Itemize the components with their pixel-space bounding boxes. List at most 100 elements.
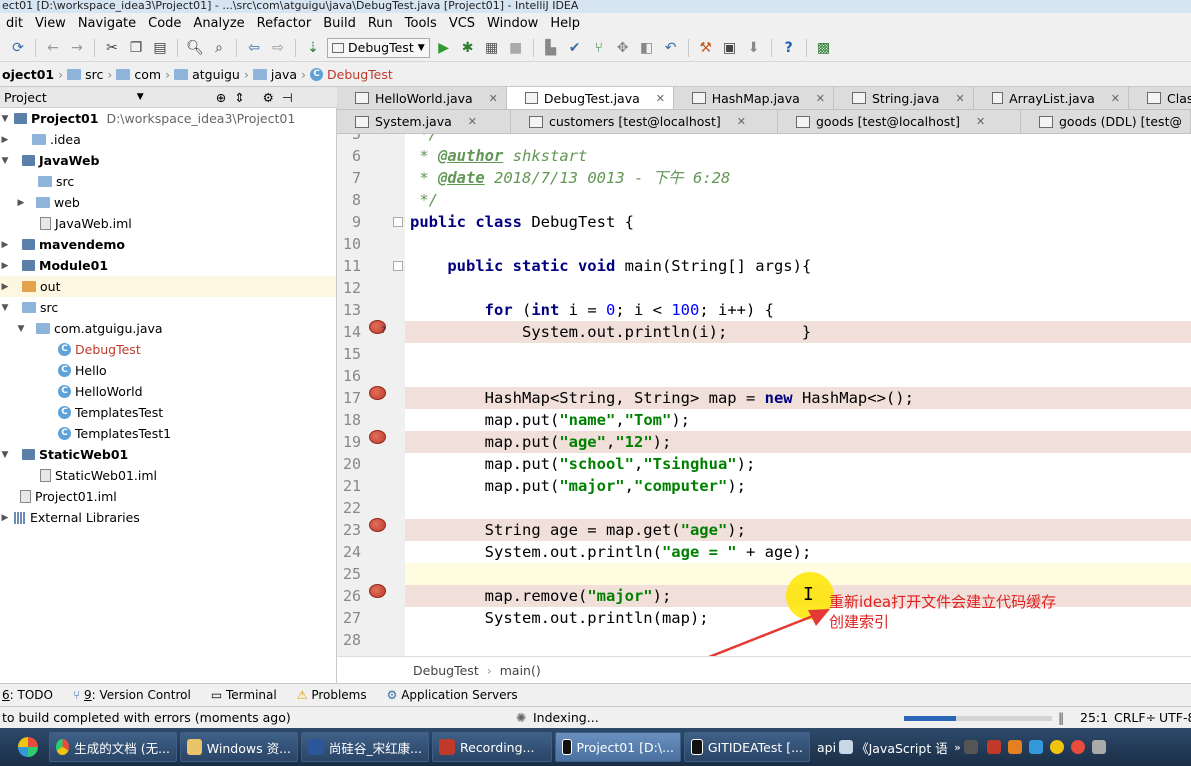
- breadcrumb-com[interactable]: com: [114, 67, 163, 82]
- caret-position[interactable]: 25:1: [1080, 710, 1108, 725]
- tree-item-javaweb[interactable]: ▼ JavaWeb: [0, 150, 336, 171]
- fold-icon[interactable]: [393, 217, 403, 227]
- tree-item-hello[interactable]: C Hello: [0, 360, 336, 381]
- chevron-down-icon[interactable]: ▼: [0, 303, 10, 313]
- fold-icon[interactable]: [393, 261, 403, 271]
- menu-run[interactable]: Run: [362, 16, 399, 31]
- close-icon[interactable]: ✕: [489, 92, 498, 105]
- menu-build[interactable]: Build: [317, 16, 362, 31]
- chevron-down-icon[interactable]: ▼: [0, 156, 10, 166]
- chevron-right-icon[interactable]: ▶: [0, 513, 10, 523]
- tab-hashmap[interactable]: HashMap.java ✕: [674, 87, 834, 109]
- file-encoding[interactable]: UTF-8: [1159, 710, 1191, 725]
- chevron-down-icon[interactable]: ▼: [16, 324, 26, 334]
- gear-icon[interactable]: ⚙: [263, 90, 274, 105]
- breadcrumb-src[interactable]: src: [65, 67, 105, 82]
- vcs-revert-icon[interactable]: ↶: [661, 38, 681, 58]
- tree-item-idea[interactable]: ▶ .idea: [0, 129, 336, 150]
- tab-goods[interactable]: goods [test@localhost] ✕: [778, 110, 1021, 133]
- chevron-down-icon[interactable]: ▼: [137, 92, 144, 102]
- stop-icon[interactable]: ■: [506, 38, 526, 58]
- vcs-compare-icon[interactable]: ✥: [613, 38, 633, 58]
- run-config-select[interactable]: DebugTest ▼: [327, 37, 430, 58]
- tool-window-app-servers[interactable]: ⚙ Application Servers: [387, 688, 518, 702]
- redo-icon[interactable]: →: [67, 38, 87, 58]
- sdk-icon[interactable]: ⬇: [744, 38, 764, 58]
- tray-icon[interactable]: [1007, 740, 1022, 754]
- copy-icon[interactable]: ❐: [126, 38, 146, 58]
- vcs-history-icon[interactable]: ◧: [637, 38, 657, 58]
- vcs-commit-icon[interactable]: ⑂: [589, 38, 609, 58]
- replace-icon[interactable]: ⌕: [209, 38, 229, 58]
- help-icon[interactable]: ?: [779, 38, 799, 58]
- breakpoint-icon[interactable]: [369, 386, 386, 400]
- menu-navigate[interactable]: Navigate: [72, 16, 142, 31]
- taskbar-idea-project01[interactable]: Project01 [D:\...: [555, 732, 681, 762]
- tree-item-templatestest1[interactable]: C TemplatesTest1: [0, 423, 336, 444]
- status-message[interactable]: to build completed with errors (moments …: [2, 710, 291, 725]
- tree-item-helloworld[interactable]: C HelloWorld: [0, 381, 336, 402]
- sync-icon[interactable]: ⟳: [8, 38, 28, 58]
- run-icon[interactable]: ▶: [434, 38, 454, 58]
- chevron-right-icon[interactable]: ▶: [0, 261, 10, 271]
- breadcrumb-project[interactable]: oject01: [0, 67, 56, 82]
- breadcrumb-atguigu[interactable]: atguigu: [172, 67, 242, 82]
- tree-item-project01-iml[interactable]: Project01.iml: [0, 486, 336, 507]
- breakpoint-icon[interactable]: [369, 430, 386, 444]
- tray-icon[interactable]: [1091, 740, 1106, 754]
- menu-analyze[interactable]: Analyze: [187, 16, 250, 31]
- close-icon[interactable]: ✕: [1111, 92, 1120, 105]
- plugin-icon[interactable]: ▩: [814, 38, 834, 58]
- volume-icon[interactable]: [986, 740, 1001, 754]
- close-icon[interactable]: ✕: [816, 92, 825, 105]
- tray-icon[interactable]: [839, 740, 854, 754]
- tree-item-mavendemo[interactable]: ▶ mavendemo: [0, 234, 336, 255]
- tool-window-todo[interactable]: 6: TODO: [2, 688, 53, 702]
- forward-icon[interactable]: ⇨: [268, 38, 288, 58]
- debug-icon[interactable]: ✱: [458, 38, 478, 58]
- tree-item-package[interactable]: ▼ com.atguigu.java: [0, 318, 336, 339]
- menu-view[interactable]: View: [29, 16, 72, 31]
- tree-item-staticweb01[interactable]: ▼ StaticWeb01: [0, 444, 336, 465]
- chevron-right-icon[interactable]: ▶: [0, 135, 10, 145]
- menu-vcs[interactable]: VCS: [443, 16, 481, 31]
- paste-icon[interactable]: ▤: [150, 38, 170, 58]
- tool-window-terminal[interactable]: ▭ Terminal: [211, 688, 277, 702]
- pause-icon[interactable]: ‖: [1058, 710, 1064, 725]
- menu-tools[interactable]: Tools: [399, 16, 443, 31]
- chevron-down-icon[interactable]: ▼: [0, 114, 10, 124]
- line-separator[interactable]: CRLF÷: [1114, 710, 1156, 725]
- taskbar-recording[interactable]: Recording...: [432, 732, 552, 762]
- taskbar-javascript-label[interactable]: 《JavaScript 语: [856, 738, 951, 757]
- breadcrumb-java[interactable]: java: [251, 67, 299, 82]
- editor-breadcrumb-item[interactable]: main(): [500, 663, 541, 678]
- editor-breadcrumb-item[interactable]: DebugTest: [413, 663, 479, 678]
- hide-panel-icon[interactable]: ⊣: [282, 90, 293, 105]
- coverage-icon[interactable]: ▦: [482, 38, 502, 58]
- tray-expand-icon[interactable]: »: [954, 741, 961, 754]
- tree-item-staticweb01-iml[interactable]: StaticWeb01.iml: [0, 465, 336, 486]
- tab-customers[interactable]: customers [test@localhost] ✕: [511, 110, 778, 133]
- tool-window-version-control[interactable]: ⑂ 9: Version Control: [73, 688, 191, 702]
- vcs-update-icon[interactable]: ✔: [565, 38, 585, 58]
- tab-debugtest[interactable]: DebugTest.java ✕: [507, 87, 674, 109]
- close-icon[interactable]: ✕: [737, 115, 746, 128]
- taskbar-idea-gitideatest[interactable]: GITIDEATest [...: [684, 732, 810, 762]
- attach-icon[interactable]: ▙: [541, 38, 561, 58]
- settings-icon[interactable]: ⚒: [696, 38, 716, 58]
- project-panel-title[interactable]: Project: [4, 90, 47, 105]
- undo-icon[interactable]: ←: [43, 38, 63, 58]
- taskbar-api-label[interactable]: api: [817, 740, 836, 755]
- close-icon[interactable]: ✕: [955, 92, 964, 105]
- tray-icon[interactable]: [963, 740, 978, 754]
- tab-goods-ddl[interactable]: goods (DDL) [test@: [1021, 110, 1191, 133]
- tree-item-src[interactable]: src: [0, 171, 336, 192]
- tree-item-web[interactable]: ▶ web: [0, 192, 336, 213]
- scroll-from-source-icon[interactable]: ⊕: [216, 90, 226, 105]
- chevron-right-icon[interactable]: ▶: [16, 198, 26, 208]
- taskbar-chrome[interactable]: 生成的文档 (无...: [49, 732, 177, 762]
- menu-refactor[interactable]: Refactor: [251, 16, 318, 31]
- project-structure-icon[interactable]: ▣: [720, 38, 740, 58]
- tree-item-src-root[interactable]: ▼ src: [0, 297, 336, 318]
- close-icon[interactable]: ✕: [468, 115, 477, 128]
